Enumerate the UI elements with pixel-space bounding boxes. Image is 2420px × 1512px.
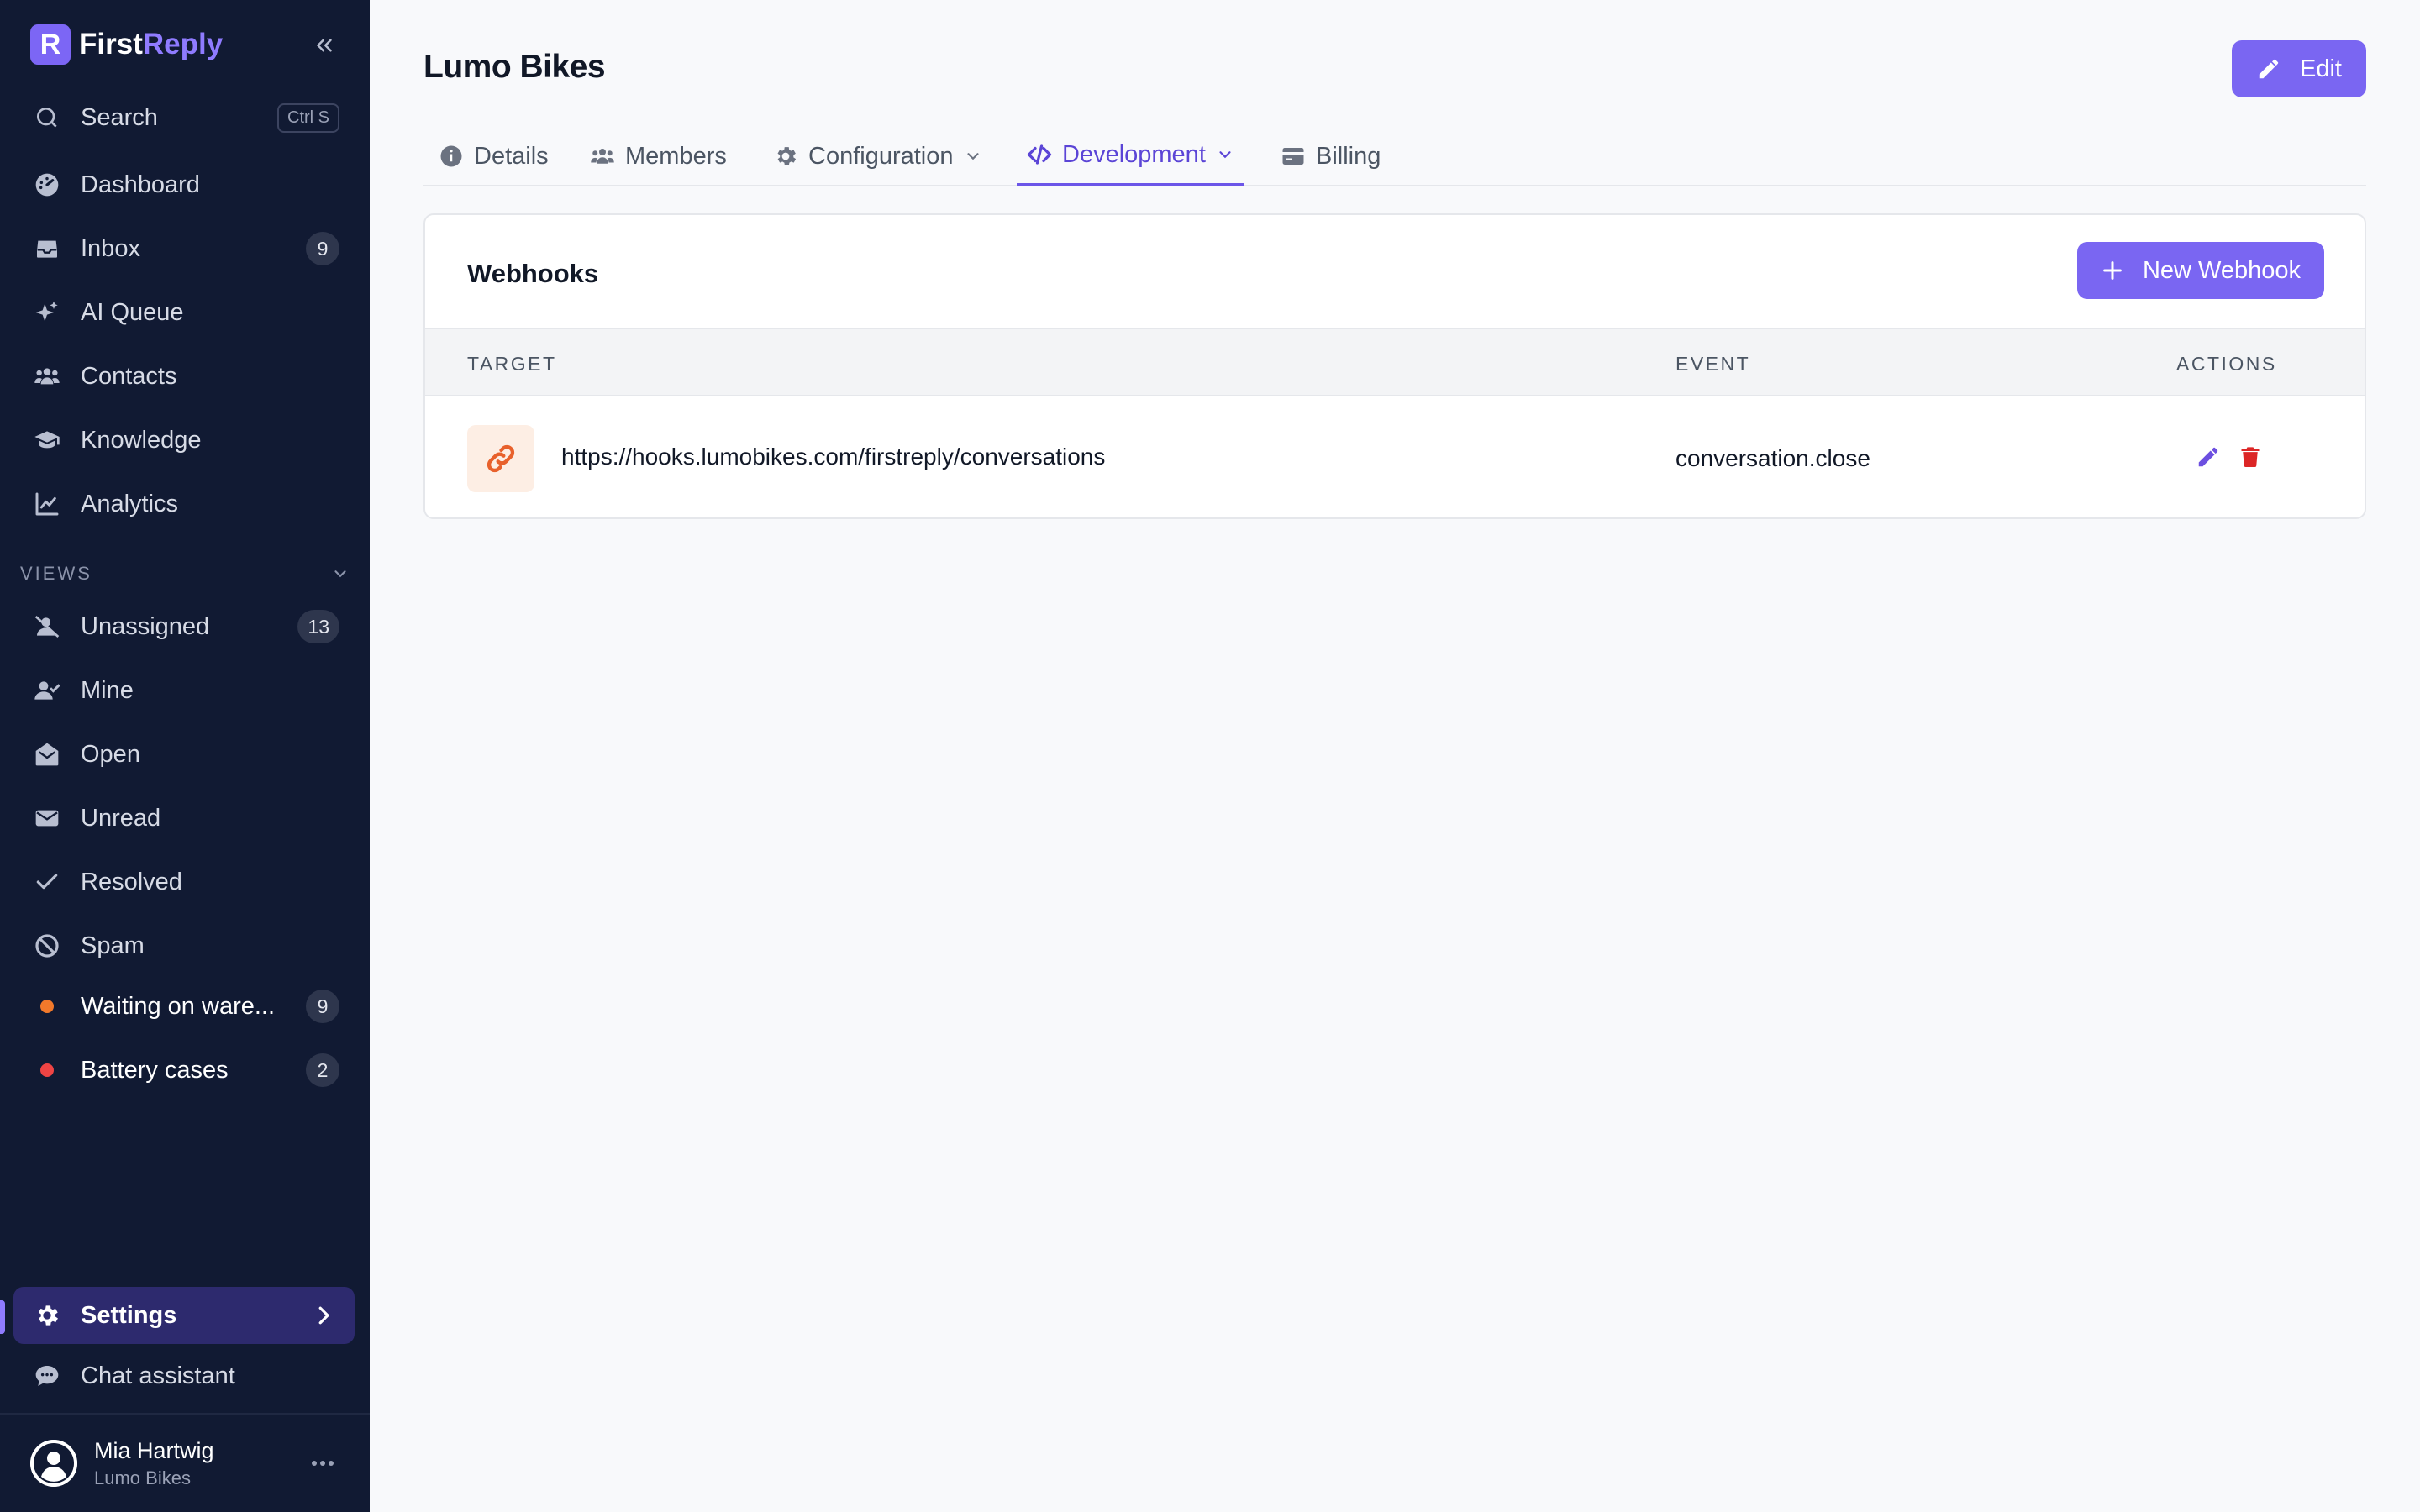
table-row: https://hooks.lumobikes.com/firstreply/c… — [425, 396, 2365, 517]
new-webhook-button[interactable]: New Webhook — [2077, 242, 2324, 299]
chevron-down-icon — [334, 570, 346, 578]
tab-billing[interactable]: Billing — [1281, 126, 1381, 186]
pencil-icon — [2259, 59, 2279, 79]
sparkles-icon — [32, 297, 62, 328]
sidebar-item-contacts[interactable]: Contacts — [13, 348, 355, 405]
pencil-icon — [2198, 447, 2218, 467]
inbox-count-badge: 9 — [306, 232, 339, 265]
avatar — [30, 1440, 77, 1487]
gear-icon — [32, 1300, 62, 1331]
chevron-down-icon — [1219, 151, 1231, 159]
brand-name: FirstReply — [79, 28, 224, 60]
envelope-open-icon — [32, 739, 62, 769]
user-info: Mia Hartwig Lumo Bikes — [94, 1438, 306, 1489]
sidebar-view-spam[interactable]: Spam — [13, 917, 355, 974]
sidebar: R FirstReply Search Ctrl S Dashboard Inb… — [0, 0, 370, 1512]
chevrons-left-icon — [317, 39, 332, 52]
edit-webhook-button[interactable] — [2191, 440, 2225, 474]
sidebar-view-unassigned[interactable]: Unassigned 13 — [13, 598, 355, 655]
edit-button[interactable]: Edit — [2232, 40, 2366, 97]
column-header-event: EVENT — [1676, 353, 1751, 375]
brand-logo[interactable]: R FirstReply — [30, 24, 341, 66]
webhook-event: conversation.close — [1676, 445, 1870, 471]
sidebar-item-ai-queue[interactable]: AI Queue — [13, 284, 355, 341]
views-section-toggle[interactable]: VIEWS — [20, 561, 350, 586]
views-heading: VIEWS — [20, 563, 92, 584]
ellipsis-icon — [312, 1461, 334, 1466]
user-org: Lumo Bikes — [94, 1467, 191, 1488]
waiting-count-badge: 9 — [306, 990, 339, 1023]
search-icon — [32, 102, 62, 133]
sidebar-view-open[interactable]: Open — [13, 726, 355, 783]
status-dot — [40, 1063, 54, 1077]
search-label: Search — [81, 103, 158, 131]
webhooks-card: Webhooks New Webhook TARGET EVENT ACTION… — [424, 213, 2366, 519]
check-icon — [32, 867, 62, 897]
status-dot — [40, 1000, 54, 1013]
webhooks-title: Webhooks — [467, 259, 599, 288]
chevron-right-icon — [318, 1306, 329, 1325]
battery-count-badge: 2 — [306, 1053, 339, 1087]
users-icon — [591, 149, 614, 164]
sidebar-item-settings[interactable]: Settings — [13, 1287, 355, 1344]
credit-card-icon — [1282, 148, 1304, 165]
sidebar-item-inbox[interactable]: Inbox 9 — [13, 220, 355, 277]
user-slash-icon — [32, 612, 62, 642]
envelope-icon — [32, 803, 62, 833]
trash-icon — [2241, 447, 2260, 468]
sidebar-item-chat-assistant[interactable]: Chat assistant — [13, 1347, 355, 1404]
user-name: Mia Hartwig — [94, 1437, 214, 1463]
sidebar-item-dashboard[interactable]: Dashboard — [13, 156, 355, 213]
logo-mark-icon: R — [30, 24, 71, 65]
tab-configuration[interactable]: Configuration — [773, 126, 982, 186]
graduation-cap-icon — [32, 425, 62, 455]
plus-icon — [2103, 261, 2122, 280]
search-shortcut: Ctrl S — [277, 102, 339, 133]
user-check-icon — [32, 675, 62, 706]
sidebar-view-battery-cases[interactable]: Battery cases 2 — [13, 1042, 355, 1099]
tab-bar: Details Members Configuration Developmen… — [424, 126, 2366, 186]
chat-bubble-icon — [32, 1361, 62, 1391]
table-header: TARGET EVENT ACTIONS — [425, 328, 2365, 396]
active-indicator — [0, 1300, 5, 1334]
inbox-icon — [32, 234, 62, 264]
column-header-target: TARGET — [467, 353, 557, 375]
sidebar-item-analytics[interactable]: Analytics — [13, 475, 355, 533]
tab-development[interactable]: Development — [1017, 126, 1244, 186]
code-icon — [1027, 144, 1052, 165]
users-icon — [32, 361, 62, 391]
info-circle-icon — [440, 145, 462, 167]
collapse-sidebar-button[interactable] — [308, 29, 341, 62]
unassigned-count-badge: 13 — [297, 610, 339, 643]
sidebar-view-waiting-on-warehouse[interactable]: Waiting on ware... 9 — [13, 978, 355, 1035]
page-title: Lumo Bikes — [424, 49, 606, 85]
sidebar-view-unread[interactable]: Unread — [13, 790, 355, 847]
search-button[interactable]: Search Ctrl S — [13, 89, 355, 146]
sidebar-view-resolved[interactable]: Resolved — [13, 853, 355, 911]
more-options-button[interactable] — [306, 1446, 339, 1480]
sidebar-view-mine[interactable]: Mine — [13, 662, 355, 719]
gear-icon — [777, 147, 797, 165]
dashboard-icon — [32, 170, 62, 200]
user-menu[interactable]: Mia Hartwig Lumo Bikes — [0, 1413, 370, 1512]
column-header-actions: ACTIONS — [2176, 353, 2277, 375]
link-icon — [487, 444, 515, 473]
webhook-target-url: https://hooks.lumobikes.com/firstreply/c… — [561, 444, 1106, 470]
chart-line-icon — [32, 489, 62, 519]
ban-icon — [32, 931, 62, 961]
chevron-down-icon — [966, 153, 979, 160]
user-avatar-icon — [30, 1440, 77, 1487]
delete-webhook-button[interactable] — [2233, 440, 2267, 474]
link-tile — [467, 425, 534, 492]
tab-details[interactable]: Details — [439, 126, 549, 186]
sidebar-item-knowledge[interactable]: Knowledge — [13, 412, 355, 469]
tab-members[interactable]: Members — [590, 126, 727, 186]
